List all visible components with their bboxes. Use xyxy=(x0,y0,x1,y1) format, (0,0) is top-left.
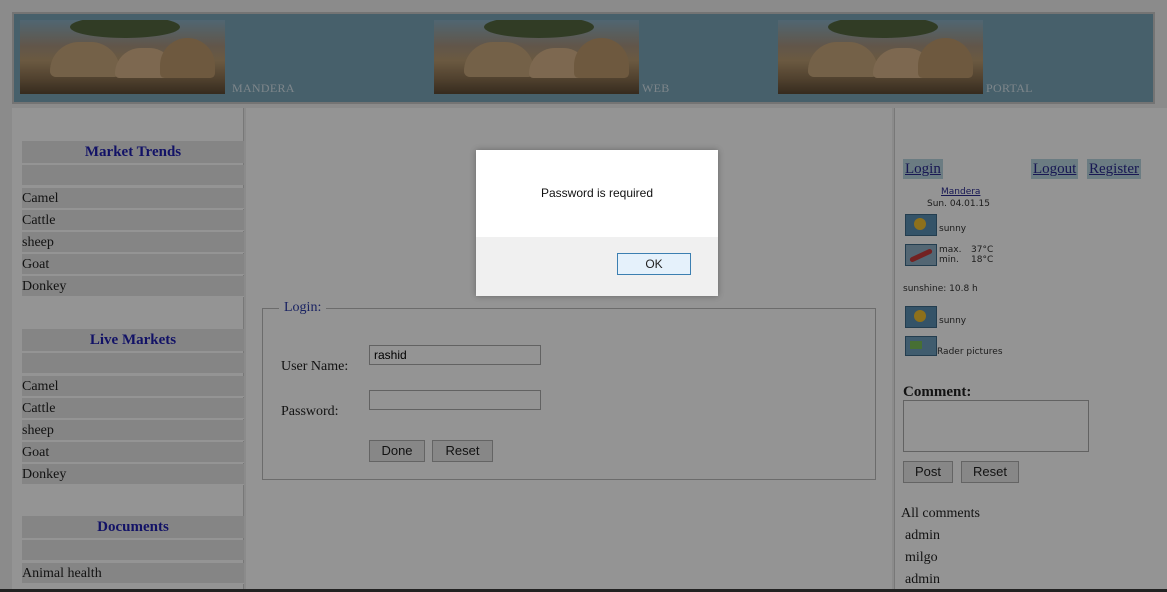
alert-message: Password is required xyxy=(540,186,654,200)
alert-dialog: Password is required OK xyxy=(476,150,718,296)
ok-button[interactable]: OK xyxy=(617,253,691,275)
modal-overlay xyxy=(0,0,1167,592)
alert-footer: OK xyxy=(476,237,718,296)
